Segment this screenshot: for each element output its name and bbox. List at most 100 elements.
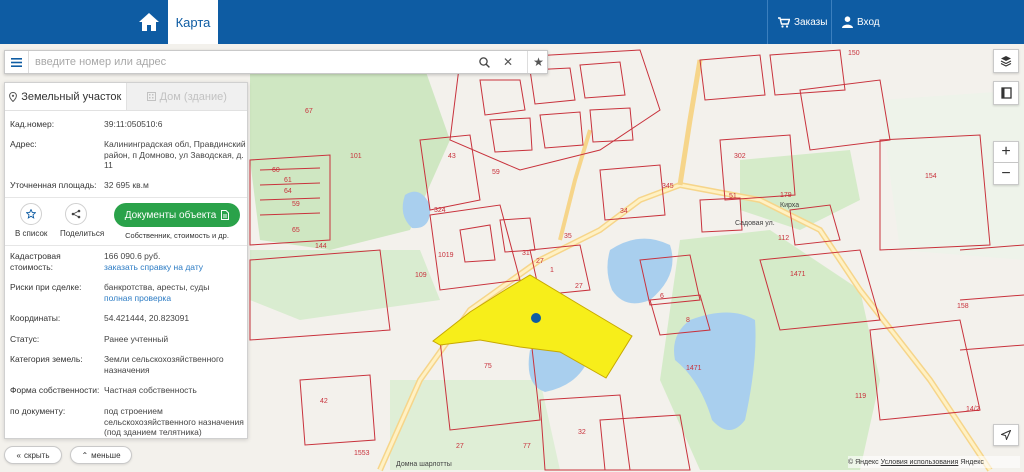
cart-icon: [778, 16, 790, 28]
parcel-label: 59: [492, 169, 500, 176]
parcel-label: 35: [564, 233, 572, 240]
parcel-label: 77: [523, 443, 531, 450]
status-row: Статус: Ранее учтенный: [10, 334, 246, 345]
parcel-label: 119: [855, 393, 866, 400]
parcel-label: 51: [729, 193, 737, 200]
parcel-label: 31: [522, 250, 530, 257]
zoom-in-button[interactable]: +: [993, 141, 1019, 163]
parcel-label: 154: [925, 173, 937, 180]
top-header: Карта Заказы Вход: [0, 0, 1024, 44]
coordinates-row: Координаты: 54.421444, 20.823091: [10, 313, 246, 324]
legend-button[interactable]: [993, 81, 1019, 105]
parcel-label: 109: [415, 272, 427, 279]
parcel-label: 43: [448, 153, 456, 160]
chevron-up-icon: ⌃: [81, 450, 89, 460]
field-label: Уточненная площадь:: [10, 180, 97, 190]
share-button[interactable]: Поделиться: [60, 203, 105, 238]
parcel-label: 144: [315, 243, 327, 250]
object-documents-button[interactable]: Документы объекта: [114, 203, 240, 227]
parcel-label: 101: [350, 153, 362, 160]
land-category-value: Земли сельскохозяйственного назначения: [104, 354, 224, 375]
cadastral-number-row: Кад.номер: 39:11:050510:6: [10, 119, 246, 130]
tab-map[interactable]: Карта: [168, 0, 218, 44]
place-label: Садовая ул.: [735, 220, 775, 227]
layers-button[interactable]: [993, 49, 1019, 73]
field-label: Риски при сделке:: [10, 282, 82, 292]
area-row: Уточненная площадь: 32 695 кв.м: [10, 180, 246, 191]
minus-icon: −: [1001, 164, 1011, 182]
by-document-value: под строением сельскохозяйственного назн…: [104, 406, 244, 437]
clear-search-button[interactable]: ✕: [497, 51, 519, 73]
parcel-label: 14/2: [966, 406, 980, 413]
full-check-link[interactable]: полная проверка: [104, 293, 246, 304]
panel-tabs: Земельный участок Дом (здание): [5, 83, 247, 111]
search-bar: ✕ ★: [4, 50, 548, 74]
home-button[interactable]: [130, 0, 168, 44]
area-value: 32 695 кв.м: [104, 180, 149, 190]
place-label: Кирха: [780, 202, 799, 209]
divider: [5, 245, 247, 246]
parcel-label: 27: [536, 258, 544, 265]
tab-house-label: Дом (здание): [159, 90, 227, 103]
field-label: по документу:: [10, 406, 66, 416]
address-value: Калининградская обл, Правдинский район, …: [104, 139, 246, 170]
add-to-list-button[interactable]: В список: [15, 203, 47, 238]
hide-label: скрыть: [23, 450, 50, 460]
layers-icon: [1000, 56, 1012, 67]
search-button[interactable]: [473, 51, 495, 73]
search-icon: [478, 56, 490, 68]
parcel-label: 75: [484, 363, 492, 370]
parcel-label: 42: [320, 398, 328, 405]
cost-value: 166 090.6 руб.: [104, 251, 161, 261]
field-label: Статус:: [10, 334, 40, 344]
less-button[interactable]: ⌃ меньше: [70, 446, 132, 464]
zoom-out-button[interactable]: −: [993, 163, 1019, 185]
parcel-label: 65: [292, 227, 300, 234]
yandex-logo: Яндекс: [960, 458, 984, 466]
share-icon: [71, 209, 81, 219]
terms-link[interactable]: Условия использования: [881, 459, 959, 466]
orders-button[interactable]: Заказы: [767, 0, 831, 44]
login-button[interactable]: Вход: [831, 0, 891, 44]
order-certificate-link[interactable]: заказать справку на дату: [104, 262, 246, 273]
parcel-label: 67: [305, 108, 313, 115]
favorites-button[interactable]: ★: [527, 51, 549, 73]
parcel-label: 61: [284, 177, 292, 184]
menu-button[interactable]: [5, 51, 29, 73]
less-label: меньше: [91, 450, 121, 460]
hide-panel-button[interactable]: « скрыть: [4, 446, 62, 464]
ownership-value: Частная собственность: [104, 385, 197, 395]
locate-arrow-icon: [1001, 430, 1011, 440]
docs-subtitle: Собственник, стоимость и др.: [125, 231, 229, 240]
map-attribution: © Яндекс Условия использования Яндекс: [848, 456, 1020, 468]
login-label: Вход: [857, 16, 880, 28]
by-document-row: по документу: под строением сельскохозяй…: [10, 406, 246, 438]
parcel-label: 324: [434, 207, 446, 214]
parcel-label: 27: [575, 283, 583, 290]
tab-house[interactable]: Дом (здание): [126, 83, 247, 110]
cadastral-number-link[interactable]: 39:11:050510:6: [104, 119, 246, 130]
tab-land-plot[interactable]: Земельный участок: [5, 83, 127, 110]
parcel-label: 1: [550, 267, 554, 274]
address-row: Адрес: Калининградская обл, Правдинский …: [10, 139, 246, 171]
cost-value-group: 166 090.6 руб. заказать справку на дату: [104, 251, 246, 272]
home-icon: [139, 13, 159, 31]
land-category-row: Категория земель: Земли сельскохозяйстве…: [10, 354, 246, 375]
orders-label: Заказы: [794, 16, 828, 28]
field-label: Координаты:: [10, 313, 61, 323]
parcel-label: 60: [272, 167, 280, 174]
document-icon: [221, 210, 230, 220]
field-label: Кадастровая стоимость:: [10, 251, 61, 272]
close-icon: ✕: [502, 55, 514, 69]
parcel-label: 59: [292, 201, 300, 208]
book-icon: [1000, 87, 1012, 99]
parcel-label: 1471: [790, 271, 806, 278]
share-label: Поделиться: [60, 229, 105, 238]
object-info-panel: Земельный участок Дом (здание) Кад.номер…: [4, 82, 248, 439]
geolocation-button[interactable]: [993, 424, 1019, 446]
hamburger-icon: [11, 57, 22, 67]
risks-value: банкротства, аресты, суды: [104, 282, 210, 292]
parcel-label: 150: [848, 50, 860, 57]
search-input[interactable]: [35, 53, 465, 71]
parcel-label: 179: [780, 192, 792, 199]
